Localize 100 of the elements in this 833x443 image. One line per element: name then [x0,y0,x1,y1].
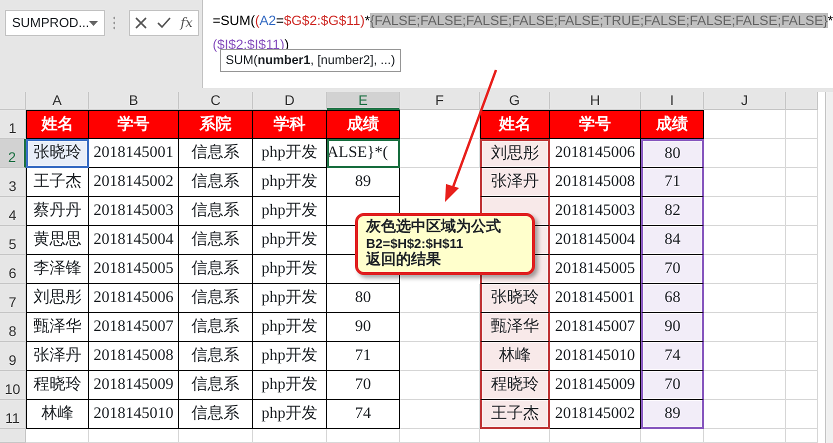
row-header[interactable] [0,429,26,443]
function-tooltip: SUM(number1, [number2], ...) [220,49,402,72]
table-cell: 82 [641,197,704,226]
table-cell: php开发 [253,255,327,284]
column-header[interactable]: H [550,92,641,110]
row-header[interactable]: 8 [0,313,26,342]
table-cell: 74 [327,400,400,429]
table-cell: 张晓玲 [26,139,89,168]
callout-text: 返回的结果 [366,251,442,269]
empty-cell[interactable] [550,429,641,443]
table-cell: php开发 [253,139,327,168]
insert-function-button[interactable]: fx [176,16,197,30]
table-cell: 2018145005 [550,255,641,284]
table-cell: 林峰 [26,400,89,429]
header-cell: 成绩 [327,110,400,139]
table-cell: 林峰 [480,342,550,371]
empty-cell[interactable] [786,139,818,168]
row-header[interactable]: 6 [0,255,26,284]
table-cell: 信息系 [179,284,253,313]
column-header[interactable]: B [89,92,179,110]
row-header[interactable]: 7 [0,284,26,313]
table-cell: 2018145002 [550,400,641,429]
table-cell: 2018145007 [89,313,179,342]
table-cell: 74 [641,342,704,371]
table-cell: 68 [641,284,704,313]
column-header[interactable]: F [400,92,480,110]
table-cell: 2018145006 [89,284,179,313]
table-cell: 张晓玲 [480,284,550,313]
empty-cell[interactable] [179,429,253,443]
row-header[interactable]: 4 [0,197,26,226]
table-cell: 2018145003 [550,197,641,226]
table-cell: php开发 [253,197,327,226]
empty-cell[interactable] [786,371,818,400]
table-cell: 甄泽华 [480,313,550,342]
header-cell: 姓名 [480,110,550,139]
empty-cell[interactable] [786,197,818,226]
empty-cell[interactable] [786,284,818,313]
empty-cell[interactable] [704,429,786,443]
empty-cell[interactable] [400,429,480,443]
table-cell: 2018145008 [89,342,179,371]
table-cell: 信息系 [179,342,253,371]
table-cell: 2018145008 [550,168,641,197]
table-cell: 信息系 [179,313,253,342]
table-cell: 2018145004 [550,226,641,255]
select-all-corner[interactable] [0,92,26,110]
table-cell: 2018145009 [550,371,641,400]
row-header[interactable]: 3 [0,168,26,197]
table-cell: 信息系 [179,400,253,429]
header-cell: 成绩 [641,110,704,139]
column-header[interactable]: C [179,92,253,110]
table-cell: 信息系 [179,371,253,400]
column-header[interactable] [786,92,818,110]
row-header[interactable]: 9 [0,342,26,371]
header-cell: 学号 [550,110,641,139]
name-box[interactable]: SUMPROD... [5,10,105,36]
table-cell: 张泽丹 [480,168,550,197]
empty-cell[interactable] [786,400,818,429]
table-cell: 信息系 [179,255,253,284]
table-cell: 71 [327,342,400,371]
table-cell: 80 [641,139,704,168]
column-header[interactable]: I [641,92,704,110]
empty-cell[interactable] [253,429,327,443]
table-cell: 89 [327,168,400,197]
table-cell: 2018145001 [550,284,641,313]
column-header[interactable]: A [26,92,89,110]
row-header[interactable]: 11 [0,400,26,429]
row-header[interactable]: 2 [0,139,26,168]
table-cell: 2018145009 [89,371,179,400]
header-cell: 学科 [253,110,327,139]
empty-cell[interactable] [786,429,818,443]
row-header[interactable]: 5 [0,226,26,255]
empty-cell[interactable] [786,168,818,197]
empty-cell[interactable] [786,226,818,255]
column-header[interactable]: J [704,92,786,110]
empty-cell[interactable] [786,342,818,371]
table-cell: 程晓玲 [480,371,550,400]
table-cell: 黄思思 [26,226,89,255]
empty-cell[interactable] [327,429,400,443]
table-cell: 90 [327,313,400,342]
table-cell: 71 [641,168,704,197]
empty-cell[interactable] [89,429,179,443]
column-header[interactable]: G [480,92,550,110]
column-header[interactable]: D [253,92,327,110]
empty-cell[interactable] [480,429,550,443]
table-cell: 李泽锋 [26,255,89,284]
empty-cell[interactable] [786,255,818,284]
vertical-scrollbar[interactable] [825,92,833,443]
callout-text: B2=$H$2:$H$11 [366,236,464,251]
table-cell: php开发 [253,168,327,197]
dropdown-caret-icon[interactable] [89,20,98,26]
empty-cell[interactable] [786,110,818,139]
row-header[interactable]: 10 [0,371,26,400]
empty-cell[interactable] [786,313,818,342]
empty-cell[interactable] [641,429,704,443]
table-cell: php开发 [253,342,327,371]
table-cell: 刘思彤 [26,284,89,313]
table-cell: 90 [641,313,704,342]
column-header[interactable]: E [327,92,400,110]
table-cell: 2018145005 [89,255,179,284]
row-header[interactable]: 1 [0,110,26,139]
